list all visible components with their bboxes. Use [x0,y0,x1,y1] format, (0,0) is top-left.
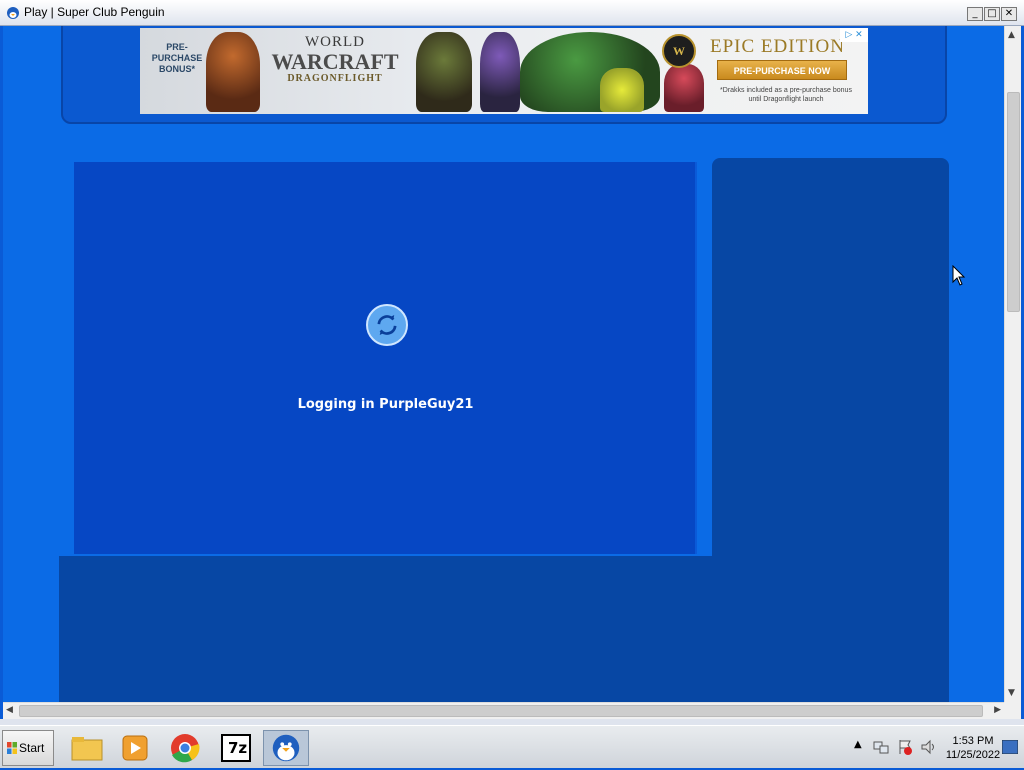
ad-character-figure [416,32,472,112]
ad-prepurchase-button[interactable]: PRE-PURCHASE NOW [717,60,847,80]
window-title: Play | Super Club Penguin [24,5,165,19]
wow-logo-line3: DRAGONFLIGHT [287,73,383,84]
club-penguin-icon[interactable] [263,730,309,766]
7zip-label: 7z [228,739,248,757]
ad-character-figure [206,32,260,112]
close-button[interactable]: ✕ [1001,7,1017,21]
login-status-text: Logging in PurpleGuy21 [297,397,474,412]
ad-prepurchase-bonus: PRE- PURCHASE BONUS* [151,42,203,74]
vertical-scroll-thumb[interactable] [1007,92,1020,312]
game-main-panel[interactable]: Logging in PurpleGuy21 [74,162,697,554]
ad-fineprint: *Drakks included as a pre-purchase bonus… [720,87,852,103]
minimize-button[interactable]: _ [967,7,983,21]
penguin-app-icon [7,7,19,19]
clock-time: 1:53 PM [952,735,994,747]
wow-logo: WORLD WARCRAFT DRAGONFLIGHT [266,34,404,104]
start-label: Start [19,741,45,755]
game-bottom-panel [59,556,949,702]
ad-character-figure [480,32,520,112]
taskbar: Start 7z ▲ 1:53 PM 11/25/2022 [0,725,1024,768]
chrome-icon[interactable] [162,730,208,766]
start-button[interactable]: Start [2,730,54,766]
page-viewport: PRE- PURCHASE BONUS* WORLD WARCRAFT DRAG… [3,26,1004,702]
scroll-left-arrow-icon[interactable]: ◀ [6,705,13,715]
ad-character-figure [664,64,704,112]
horizontal-scroll-thumb[interactable] [19,705,983,717]
network-icon[interactable] [872,738,890,756]
file-explorer-icon[interactable] [64,730,110,766]
ad-container: PRE- PURCHASE BONUS* WORLD WARCRAFT DRAG… [61,26,947,124]
maximize-button[interactable]: □ [984,7,1000,21]
horizontal-scrollbar[interactable]: ◀ ▶ [3,702,1004,719]
scrollbar-corner [1004,702,1021,719]
7zip-icon[interactable]: 7z [213,730,259,766]
ad-choices-close-icon[interactable]: ▷ ✕ [840,28,868,42]
clock-date: 11/25/2022 [945,749,1001,761]
loading-spinner-icon [366,304,408,346]
scroll-up-arrow-icon[interactable]: ▲ [1008,30,1015,40]
wow-logo-line2: WARCRAFT [271,49,399,74]
scroll-down-arrow-icon[interactable]: ▼ [1008,688,1015,698]
mouse-cursor-icon [952,265,966,286]
vertical-scrollbar[interactable]: ▲ ▼ [1004,26,1021,702]
scroll-right-arrow-icon[interactable]: ▶ [994,705,1001,715]
volume-icon[interactable] [920,738,938,756]
action-center-flag-icon[interactable] [896,738,914,756]
show-hidden-icons-chevron-icon[interactable]: ▲ [854,739,862,750]
taskbar-clock[interactable]: 1:53 PM 11/25/2022 [938,734,1008,762]
ad-epic-edition-title: EPIC EDITION [710,36,845,57]
wow-badge-icon: W [662,34,696,68]
media-player-icon[interactable] [112,730,158,766]
ad-character-figure [600,68,644,112]
window-titlebar[interactable]: Play | Super Club Penguin _ □ ✕ [0,0,1024,26]
ad-banner[interactable]: PRE- PURCHASE BONUS* WORLD WARCRAFT DRAG… [140,28,868,114]
windows-flag-icon [7,742,17,754]
